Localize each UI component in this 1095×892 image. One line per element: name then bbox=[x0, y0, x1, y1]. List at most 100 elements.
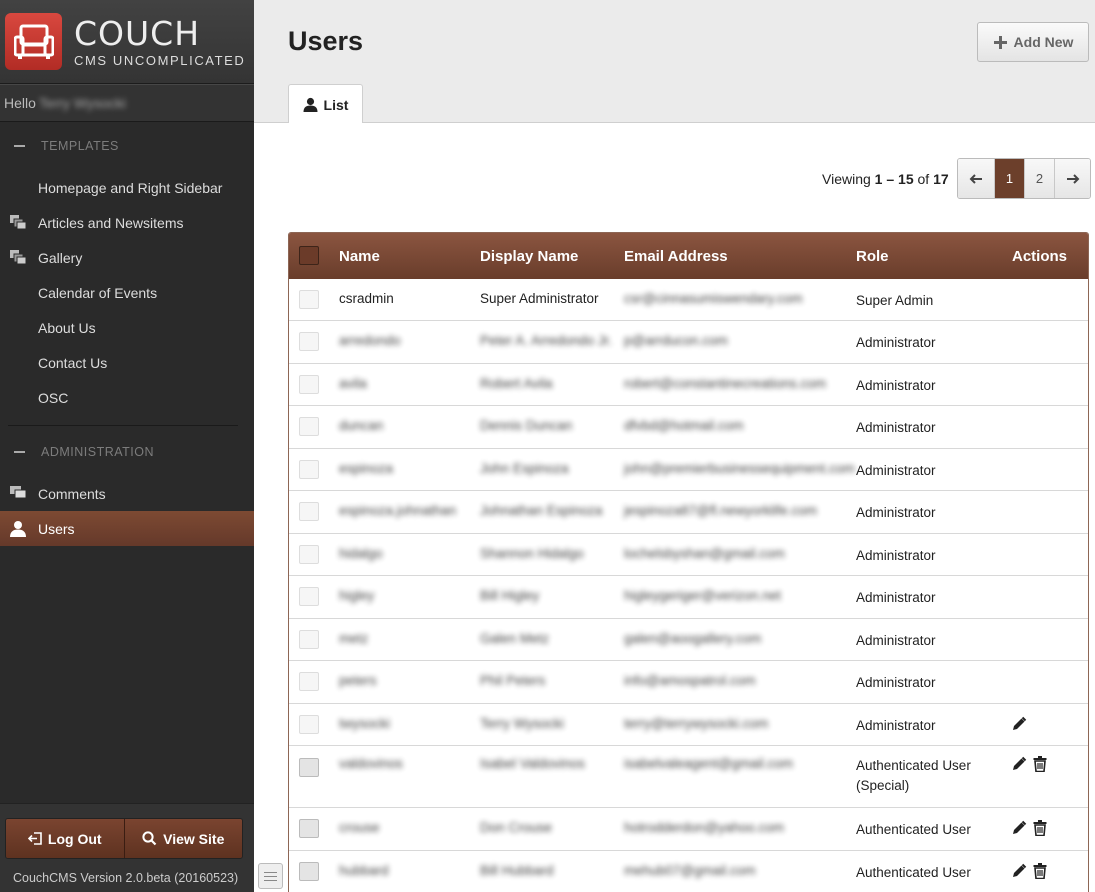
edit-icon[interactable] bbox=[1011, 756, 1027, 775]
edit-icon[interactable] bbox=[1011, 820, 1027, 839]
table-row[interactable]: avila Robert Avila robert@constantinecreat… bbox=[289, 363, 1088, 406]
cell-name[interactable]: crouse bbox=[339, 820, 380, 835]
table-row[interactable]: arredondo Peter A. Arredondo Jr. p@arrduco… bbox=[289, 321, 1088, 364]
templates-heading[interactable]: TEMPLATES bbox=[0, 122, 254, 170]
table-row[interactable]: hidalgo Shannon Hidalgo lochelsbyshan@gmai… bbox=[289, 533, 1088, 576]
row-checkbox[interactable] bbox=[299, 502, 319, 521]
row-checkbox[interactable] bbox=[299, 819, 319, 838]
sidebar-item-users[interactable]: Users bbox=[0, 511, 254, 546]
cell-name[interactable]: peters bbox=[339, 673, 377, 688]
table-row[interactable]: higley Bill Higley higleygeriger@verizon.n… bbox=[289, 576, 1088, 619]
row-checkbox[interactable] bbox=[299, 714, 319, 734]
select-all-checkbox[interactable] bbox=[299, 246, 319, 265]
cell-display-name: Shannon Hidalgo bbox=[480, 545, 584, 561]
table-row[interactable]: twysocki Terry Wysocki terry@terrywysocki.… bbox=[289, 703, 1088, 746]
cell-name[interactable]: arredondo bbox=[339, 333, 401, 348]
brand-logo[interactable]: COUCH CMS UNCOMPLICATED bbox=[0, 0, 254, 84]
column-header-name[interactable]: Name bbox=[339, 248, 380, 265]
sidebar-item-label: OSC bbox=[38, 389, 69, 406]
templates-list: Homepage and Right Sidebar Articles and N… bbox=[0, 170, 254, 415]
table-row[interactable]: valdovinos Isabel Valdovinos isabelvaleage… bbox=[289, 746, 1088, 808]
administration-heading[interactable]: ADMINISTRATION bbox=[0, 428, 254, 476]
cell-name[interactable]: espinoza bbox=[339, 461, 393, 476]
sidebar-item-label: Users bbox=[38, 520, 75, 537]
view-site-button[interactable]: View Site bbox=[123, 819, 242, 858]
sidebar-item-calendar-of-events[interactable]: Calendar of Events bbox=[0, 275, 254, 310]
viewing-summary: Viewing 1 – 15 of 17 bbox=[822, 171, 949, 187]
page-1-button[interactable]: 1 bbox=[994, 159, 1024, 198]
column-header-role[interactable]: Role bbox=[856, 248, 889, 265]
column-header-display-name[interactable]: Display Name bbox=[480, 248, 578, 265]
delete-icon[interactable] bbox=[1033, 862, 1047, 882]
row-checkbox[interactable] bbox=[299, 332, 319, 351]
row-checkbox[interactable] bbox=[299, 861, 319, 881]
cell-name[interactable]: espinoza.johnathan bbox=[339, 503, 456, 518]
cell-display-name: Galen Metz bbox=[480, 630, 550, 646]
page-2-button[interactable]: 2 bbox=[1024, 159, 1054, 198]
table-row[interactable]: espinoza.johnathan Johnathan Espinoza jesp… bbox=[289, 491, 1088, 534]
cell-name[interactable]: duncan bbox=[339, 418, 383, 433]
table-row[interactable]: peters Phil Peters info@amospatrol.com Admi… bbox=[289, 661, 1088, 704]
content-area: Viewing 1 – 15 of 17 1 2 Name Display Na… bbox=[254, 123, 1095, 892]
cell-name[interactable]: valdovinos bbox=[339, 756, 403, 771]
add-new-label: Add New bbox=[1013, 34, 1074, 50]
cell-role: Authenticated User bbox=[856, 864, 971, 880]
row-checkbox[interactable] bbox=[299, 672, 319, 691]
cell-role: Administrator bbox=[856, 717, 936, 733]
cell-name[interactable]: metz bbox=[339, 631, 368, 646]
cell-name[interactable]: avila bbox=[339, 376, 367, 391]
cell-name[interactable]: hidalgo bbox=[339, 546, 383, 561]
cell-role: Administrator bbox=[856, 377, 936, 393]
prev-page-button[interactable] bbox=[958, 159, 994, 198]
cell-name[interactable]: hubbard bbox=[339, 863, 389, 878]
cell-display-name: Peter A. Arredondo Jr. bbox=[480, 333, 613, 348]
sidebar-item-articles-and-newsitems[interactable]: Articles and Newsitems bbox=[0, 205, 254, 240]
row-checkbox[interactable] bbox=[299, 290, 319, 309]
add-new-button[interactable]: Add New bbox=[977, 22, 1089, 62]
row-checkbox[interactable] bbox=[299, 374, 319, 394]
resize-handle[interactable] bbox=[258, 863, 283, 889]
row-checkbox[interactable] bbox=[299, 417, 319, 436]
table-row[interactable]: espinoza John Espinoza john@premierbusines… bbox=[289, 448, 1088, 491]
delete-icon[interactable] bbox=[1033, 756, 1047, 775]
version-text: CouchCMS Version 2.0.beta (20160523) bbox=[13, 871, 239, 885]
edit-icon[interactable] bbox=[1011, 863, 1027, 882]
sidebar-item-label: Comments bbox=[38, 485, 106, 502]
sidebar-item-contact-us[interactable]: Contact Us bbox=[0, 345, 254, 380]
tab-list[interactable]: List bbox=[288, 84, 363, 124]
cell-name[interactable]: higley bbox=[339, 588, 374, 603]
sidebar-item-homepage-and-right-sidebar[interactable]: Homepage and Right Sidebar bbox=[0, 170, 254, 205]
edit-icon[interactable] bbox=[1011, 716, 1027, 735]
table-row[interactable]: csradmin Super Administrator csr@cinnasumi… bbox=[289, 279, 1088, 321]
templates-heading-label: TEMPLATES bbox=[41, 139, 119, 153]
sidebar: COUCH CMS UNCOMPLICATED Hello Terry Wyso… bbox=[0, 0, 254, 892]
cell-role: Administrator bbox=[856, 335, 936, 350]
cell-name[interactable]: csradmin bbox=[339, 291, 394, 306]
row-checkbox[interactable] bbox=[299, 587, 319, 606]
logout-button[interactable]: Log Out bbox=[6, 819, 124, 858]
row-checkbox[interactable] bbox=[299, 544, 319, 564]
hello-username[interactable]: Terry Wysocki bbox=[39, 95, 126, 111]
table-row[interactable]: metz Galen Metz galen@aoogallery.com Admini… bbox=[289, 618, 1088, 661]
couch-icon bbox=[5, 13, 62, 70]
table-row[interactable]: crouse Don Crouse hotrodderdon@yahoo.com Au… bbox=[289, 808, 1088, 851]
cell-name[interactable]: twysocki bbox=[339, 716, 390, 731]
row-checkbox[interactable] bbox=[299, 758, 319, 777]
sidebar-item-osc[interactable]: OSC bbox=[0, 380, 254, 415]
comments-icon bbox=[9, 485, 27, 504]
sidebar-item-gallery[interactable]: Gallery bbox=[0, 240, 254, 275]
cell-role: Authenticated User (Special) bbox=[856, 758, 971, 793]
cell-email: terry@terrywysocki.com bbox=[624, 715, 769, 731]
column-header-email[interactable]: Email Address bbox=[624, 248, 728, 265]
row-checkbox[interactable] bbox=[299, 629, 319, 649]
sidebar-item-about-us[interactable]: About Us bbox=[0, 310, 254, 345]
administration-heading-label: ADMINISTRATION bbox=[41, 445, 155, 459]
row-checkbox[interactable] bbox=[299, 459, 319, 479]
cell-actions bbox=[1011, 756, 1047, 775]
table-row[interactable]: duncan Dennis Duncan dfvbd@hotmail.com Admi… bbox=[289, 406, 1088, 449]
table-row[interactable]: hubbard Bill Hubbard mehub07@gmail.com Auth… bbox=[289, 850, 1088, 892]
sidebar-item-comments[interactable]: Comments bbox=[0, 476, 254, 511]
delete-icon[interactable] bbox=[1033, 820, 1047, 839]
next-page-button[interactable] bbox=[1054, 159, 1090, 198]
cell-role: Authenticated User bbox=[856, 822, 971, 837]
